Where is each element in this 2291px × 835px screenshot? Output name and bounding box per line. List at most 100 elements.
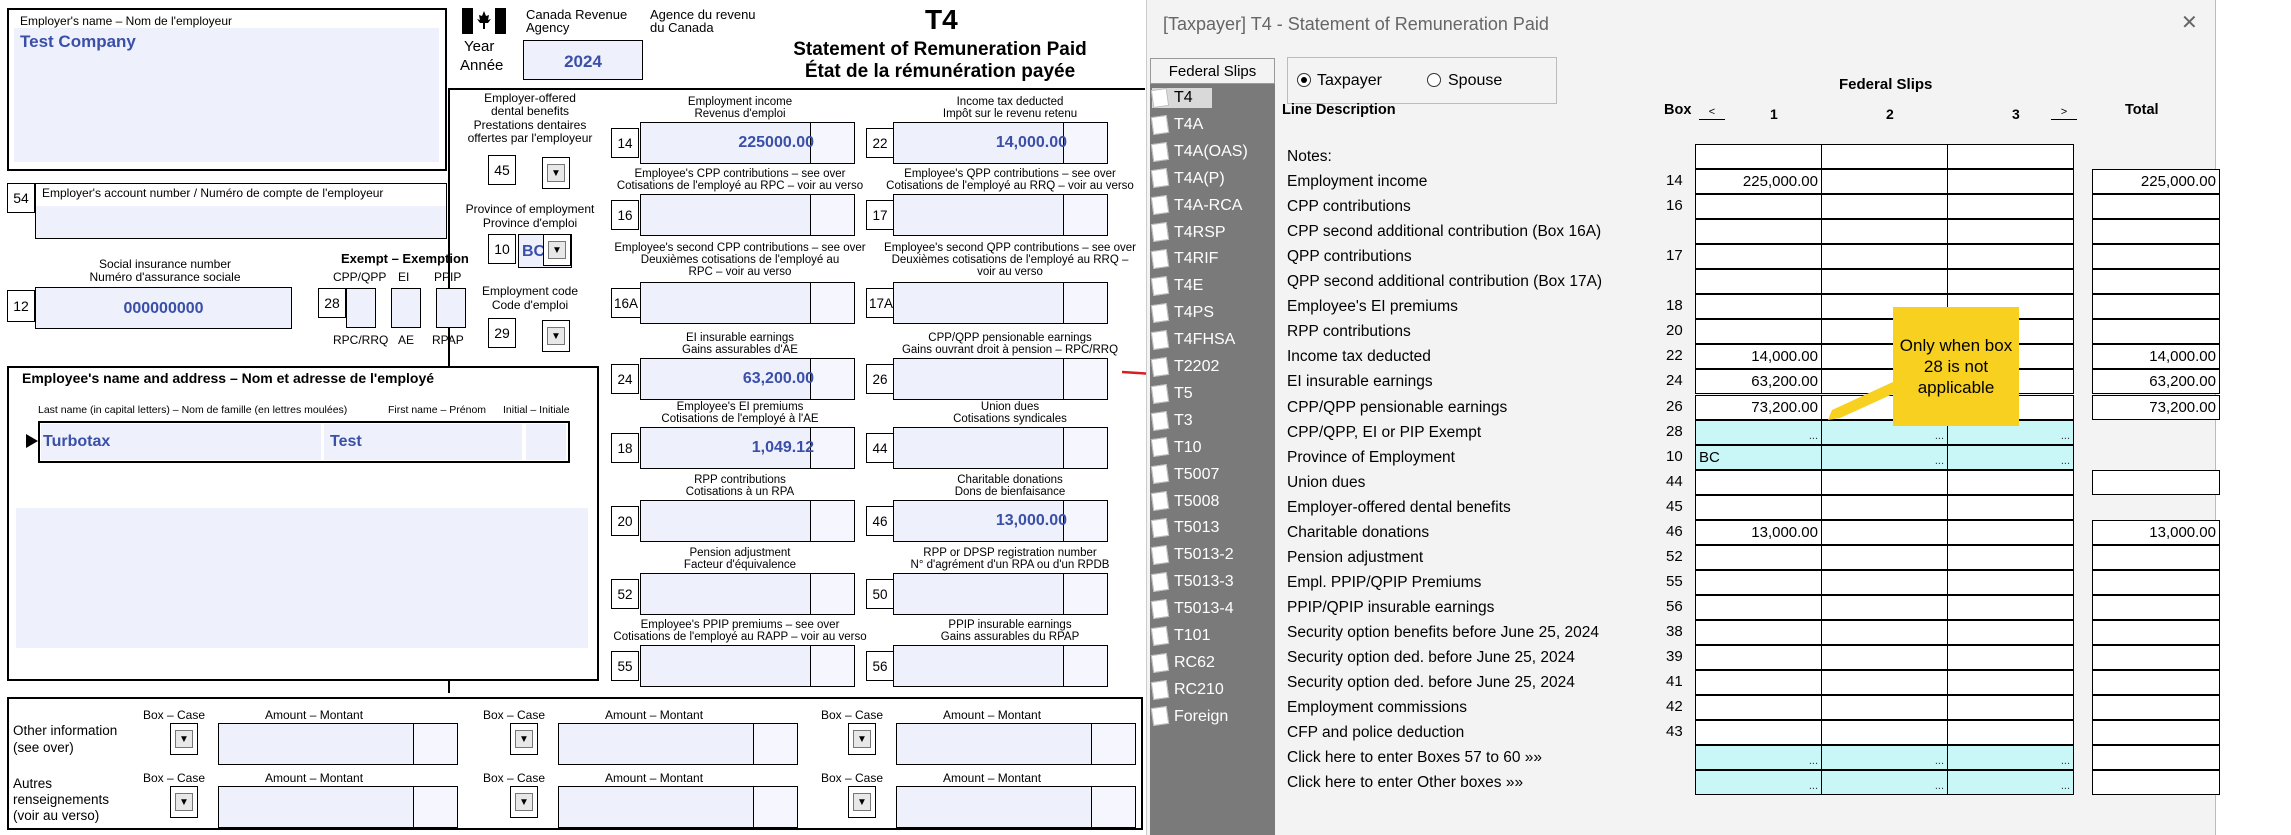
grid-cell-col-1[interactable] [1695, 269, 1822, 294]
grid-cell-col-3[interactable] [1947, 670, 2074, 695]
employer-name-field[interactable]: Test Company [14, 28, 439, 162]
box-44-field[interactable] [893, 427, 1108, 469]
prev-column-button[interactable]: < [1699, 106, 1725, 120]
sidebar-item-t4a-rca[interactable]: T4A-RCA [1150, 195, 1242, 216]
sidebar-item-t4[interactable]: T4 [1150, 87, 1212, 108]
grid-cell-col-1[interactable] [1695, 670, 1822, 695]
sidebar-item-t4a-p-[interactable]: T4A(P) [1150, 168, 1225, 189]
grid-cell-col-2[interactable] [1821, 595, 1948, 620]
next-column-button[interactable]: > [2051, 106, 2077, 120]
other-box-dropdown[interactable]: ▼ [848, 723, 876, 755]
grid-cell-col-1[interactable] [1695, 645, 1822, 670]
grid-cell-col-2[interactable] [1821, 470, 1948, 495]
sidebar-item-t5013-4[interactable]: T5013-4 [1150, 598, 1234, 619]
sidebar-item-t101[interactable]: T101 [1150, 625, 1210, 646]
grid-cell-col-2[interactable] [1821, 269, 1948, 294]
grid-cell-col-1[interactable]: ... [1695, 420, 1822, 445]
box-52-field[interactable] [640, 573, 855, 615]
grid-cell-col-3[interactable] [1947, 244, 2074, 269]
box-22-field[interactable]: 14,000.00 [893, 122, 1108, 164]
grid-cell-col-3[interactable]: ... [1947, 745, 2074, 770]
grid-cell-col-1[interactable] [1695, 294, 1822, 319]
sidebar-item-t5007[interactable]: T5007 [1150, 464, 1219, 485]
grid-cell-col-3[interactable] [1947, 520, 2074, 545]
sidebar-item-t5[interactable]: T5 [1150, 383, 1193, 404]
grid-cell-col-3[interactable]: ... [1947, 445, 2074, 470]
grid-cell-col-2[interactable] [1821, 695, 1948, 720]
radio-taxpayer[interactable] [1297, 73, 1311, 87]
grid-cell-col-1[interactable]: 14,000.00 [1695, 344, 1822, 369]
address-field[interactable] [16, 508, 588, 648]
grid-cell-col-3[interactable] [1947, 545, 2074, 570]
box-16-field[interactable] [640, 194, 855, 236]
grid-cell-col-2[interactable] [1821, 244, 1948, 269]
grid-cell-col-2[interactable]: ... [1821, 770, 1948, 795]
grid-cell-col-3[interactable] [1947, 470, 2074, 495]
last-name-field[interactable]: Turbotax [41, 424, 321, 460]
radio-spouse[interactable] [1427, 73, 1441, 87]
grid-cell-col-1[interactable] [1695, 695, 1822, 720]
sin-field[interactable]: 000000000 [35, 287, 292, 329]
grid-cell-col-1[interactable]: 225,000.00 [1695, 169, 1822, 194]
box-50-field[interactable] [893, 573, 1108, 615]
grid-cell-col-1[interactable]: 63,200.00 [1695, 369, 1822, 394]
grid-cell-col-1[interactable] [1695, 595, 1822, 620]
other-amount-field[interactable] [896, 786, 1136, 828]
sidebar-item-t4rsp[interactable]: T4RSP [1150, 222, 1226, 243]
year-field[interactable]: 2024 [523, 40, 643, 80]
grid-cell-col-2[interactable] [1821, 645, 1948, 670]
grid-cell-col-2[interactable]: ... [1821, 745, 1948, 770]
sidebar-item-t4fhsa[interactable]: T4FHSA [1150, 329, 1235, 350]
grid-cell-col-2[interactable] [1821, 670, 1948, 695]
exempt-cpp-checkbox[interactable] [346, 288, 376, 328]
grid-cell-col-1[interactable]: ... [1695, 745, 1822, 770]
grid-cell-col-2[interactable] [1821, 219, 1948, 244]
sidebar-item-t4e[interactable]: T4E [1150, 276, 1203, 297]
emp-code-dropdown[interactable]: ▼ [542, 320, 570, 352]
sidebar-item-rc210[interactable]: RC210 [1150, 679, 1224, 700]
other-box-dropdown[interactable]: ▼ [510, 723, 538, 755]
box-16A-field[interactable] [640, 282, 855, 324]
box-55-field[interactable] [640, 645, 855, 687]
grid-cell-col-3[interactable] [1947, 695, 2074, 720]
sidebar-item-t4a-oas-[interactable]: T4A(OAS) [1150, 141, 1248, 162]
grid-cell-col-2[interactable] [1821, 194, 1948, 219]
grid-cell-col-3[interactable] [1947, 620, 2074, 645]
other-box-dropdown[interactable]: ▼ [510, 786, 538, 818]
grid-cell-col-3[interactable] [1947, 645, 2074, 670]
other-amount-field[interactable] [218, 723, 458, 765]
grid-cell-col-3[interactable]: ... [1947, 770, 2074, 795]
grid-cell-col-1[interactable] [1695, 545, 1822, 570]
box-17-field[interactable] [893, 194, 1108, 236]
grid-cell-col-2[interactable] [1821, 545, 1948, 570]
grid-cell-col-1[interactable] [1695, 319, 1822, 344]
grid-cell-col-2[interactable] [1821, 169, 1948, 194]
box-46-field[interactable]: 13,000.00 [893, 500, 1108, 542]
box-17A-field[interactable] [893, 282, 1108, 324]
grid-cell-col-1[interactable]: 13,000.00 [1695, 520, 1822, 545]
sidebar-item-t4rif[interactable]: T4RIF [1150, 249, 1218, 270]
sidebar-item-rc62[interactable]: RC62 [1150, 652, 1215, 673]
grid-cell-col-3[interactable] [1947, 720, 2074, 745]
grid-cell-col-2[interactable] [1821, 720, 1948, 745]
grid-cell-col-1[interactable]: BC [1695, 445, 1822, 470]
grid-cell-col-1[interactable] [1695, 144, 1822, 169]
grid-cell-col-3[interactable] [1947, 144, 2074, 169]
other-box-dropdown[interactable]: ▼ [170, 723, 198, 755]
grid-cell-col-1[interactable]: 73,200.00 [1695, 395, 1822, 420]
grid-cell-col-1[interactable]: ... [1695, 770, 1822, 795]
sidebar-item-t5008[interactable]: T5008 [1150, 491, 1219, 512]
exempt-ppip-checkbox[interactable] [436, 288, 466, 328]
grid-cell-col-2[interactable] [1821, 520, 1948, 545]
grid-cell-col-3[interactable] [1947, 595, 2074, 620]
other-box-dropdown[interactable]: ▼ [170, 786, 198, 818]
grid-cell-col-1[interactable] [1695, 470, 1822, 495]
grid-cell-col-3[interactable] [1947, 570, 2074, 595]
sidebar-item-t2202[interactable]: T2202 [1150, 356, 1219, 377]
box-56-field[interactable] [893, 645, 1108, 687]
grid-cell-col-2[interactable] [1821, 620, 1948, 645]
grid-cell-col-1[interactable] [1695, 495, 1822, 520]
initial-field[interactable] [526, 424, 566, 460]
grid-cell-col-3[interactable] [1947, 169, 2074, 194]
box-18-field[interactable]: 1,049.12 [640, 427, 855, 469]
